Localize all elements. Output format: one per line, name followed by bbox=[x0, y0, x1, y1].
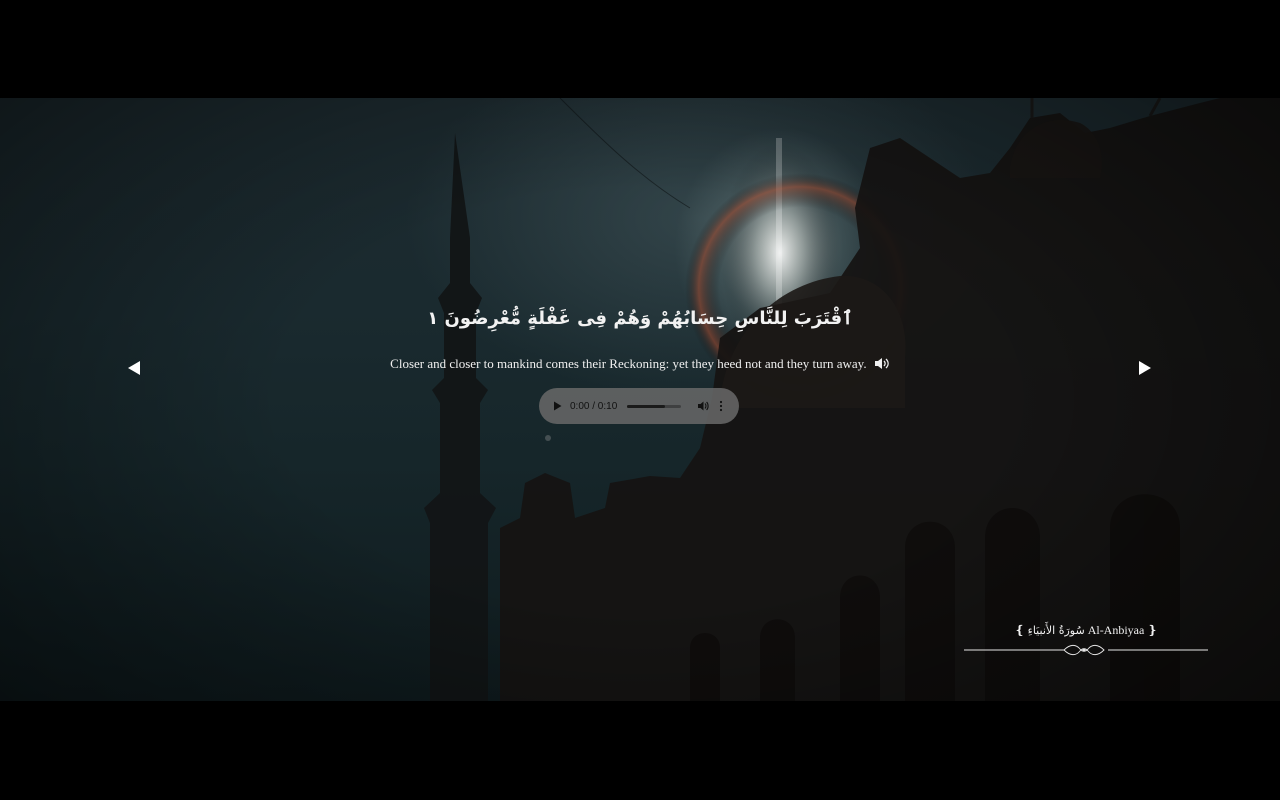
speaker-icon[interactable] bbox=[874, 357, 890, 374]
audio-time: 0:00 / 0:10 bbox=[570, 400, 618, 412]
audio-seek-fill bbox=[627, 404, 666, 408]
surah-name-arabic: سُورَةُ الأَنبيَاءِ bbox=[1027, 624, 1085, 637]
audio-seek-bar[interactable] bbox=[627, 404, 682, 408]
play-icon[interactable] bbox=[551, 400, 563, 412]
surah-label: ❴ سُورَةُ الأَنبيَاءِ Al-Anbiyaa ❵ bbox=[964, 623, 1208, 638]
ayah-arabic-text: ٱقْتَرَبَ لِلنَّاسِ حِسَابُهُمْ وَهُمْ ف… bbox=[427, 308, 853, 329]
next-ayah-button[interactable] bbox=[1134, 358, 1154, 378]
background-image: ٱقْتَرَبَ لِلنَّاسِ حِسَابُهُمْ وَهُمْ ف… bbox=[0, 98, 1280, 701]
letterbox-top bbox=[0, 0, 1280, 98]
volume-icon[interactable] bbox=[697, 400, 709, 412]
letterbox-bottom bbox=[0, 701, 1280, 800]
triangle-left-icon bbox=[128, 361, 140, 375]
ayah-translation-text: Closer and closer to mankind comes their… bbox=[390, 356, 867, 371]
triangle-right-icon bbox=[1139, 361, 1151, 375]
ornamental-divider bbox=[964, 644, 1208, 656]
surah-bracket-open: ❴ bbox=[1014, 623, 1025, 637]
previous-ayah-button[interactable] bbox=[125, 358, 145, 378]
surah-bracket-close: ❵ bbox=[1147, 623, 1158, 637]
ayah-translation: Closer and closer to mankind comes their… bbox=[0, 356, 1280, 374]
more-vertical-icon[interactable] bbox=[719, 400, 723, 412]
surah-name-english: Al-Anbiyaa bbox=[1087, 623, 1145, 637]
audio-player: 0:00 / 0:10 bbox=[539, 388, 739, 424]
